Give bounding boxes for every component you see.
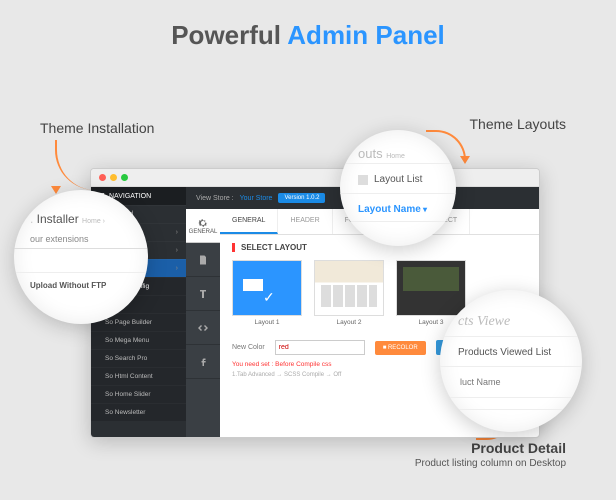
rail-general[interactable]: GENERAL bbox=[186, 209, 220, 243]
version-badge: Version 1.0.2 bbox=[278, 193, 325, 203]
installer-title: . Installer Home › bbox=[14, 208, 148, 230]
store-link[interactable]: Your Store bbox=[240, 195, 273, 202]
page-title: Powerful Admin Panel bbox=[0, 0, 616, 51]
sidebar-item-mega-menu[interactable]: So Mega Menu bbox=[91, 331, 186, 349]
section-select-layout: SELECT LAYOUT bbox=[232, 243, 527, 252]
callout-header-frag: cts Viewe bbox=[440, 312, 582, 337]
recolor-button[interactable]: ■ RECOLOR bbox=[375, 341, 426, 355]
tab-general[interactable]: GENERAL bbox=[220, 209, 278, 234]
layout-option-1[interactable]: ✓ Layout 1 bbox=[232, 260, 302, 326]
sidebar-item-newsletter[interactable]: So Newsletter bbox=[91, 403, 186, 421]
installer-upload-label: Upload Without FTP bbox=[14, 273, 148, 298]
callout-products-viewed: cts Viewe Products Viewed List luct Name bbox=[440, 290, 582, 432]
arrow-icon bbox=[55, 140, 95, 190]
product-name-cell: luct Name bbox=[440, 367, 582, 398]
installer-subtext: our extensions bbox=[14, 230, 148, 249]
annotation-detail-sub: Product listing column on Desktop bbox=[415, 458, 566, 469]
square-icon bbox=[358, 175, 368, 185]
minimize-icon[interactable] bbox=[110, 174, 117, 181]
rail-fonts[interactable] bbox=[186, 277, 220, 311]
products-viewed-list-title: Products Viewed List bbox=[440, 337, 582, 367]
callout-crumb-frag: outs bbox=[358, 146, 383, 161]
callout-installer: . Installer Home › our extensions Upload… bbox=[14, 190, 148, 324]
facebook-icon bbox=[197, 356, 209, 368]
sidebar-item-home-slider[interactable]: So Home Slider bbox=[91, 385, 186, 403]
color-input[interactable] bbox=[275, 340, 365, 355]
window-titlebar bbox=[91, 169, 539, 187]
callout-layouts: outs Home Layout List Layout Name bbox=[340, 130, 456, 246]
tab-header[interactable]: HEADER bbox=[278, 209, 332, 234]
font-icon bbox=[197, 288, 209, 300]
layout-option-2[interactable]: Layout 2 bbox=[314, 260, 384, 326]
layout-label: Layout 2 bbox=[314, 316, 384, 326]
layout-list-title: Layout List bbox=[374, 174, 422, 185]
rail-pages[interactable] bbox=[186, 243, 220, 277]
annotation-detail: Product Detail bbox=[471, 440, 566, 456]
section-rail: GENERAL bbox=[186, 209, 220, 437]
close-icon[interactable] bbox=[99, 174, 106, 181]
rail-custom[interactable] bbox=[186, 311, 220, 345]
rail-social[interactable] bbox=[186, 345, 220, 379]
maximize-icon[interactable] bbox=[121, 174, 128, 181]
annotation-layouts: Theme Layouts bbox=[470, 116, 567, 132]
new-color-label: New Color bbox=[232, 344, 265, 351]
code-icon bbox=[197, 322, 209, 334]
annotation-installation: Theme Installation bbox=[40, 120, 154, 136]
document-icon bbox=[197, 254, 209, 266]
gear-icon bbox=[197, 217, 209, 229]
sidebar-item-search-pro[interactable]: So Search Pro bbox=[91, 349, 186, 367]
check-icon: ✓ bbox=[263, 289, 275, 306]
sidebar-item-html-content[interactable]: So Html Content bbox=[91, 367, 186, 385]
layout-name-sort[interactable]: Layout Name bbox=[340, 194, 456, 221]
layout-label: Layout 1 bbox=[232, 316, 302, 326]
callout-home: Home bbox=[386, 153, 405, 160]
